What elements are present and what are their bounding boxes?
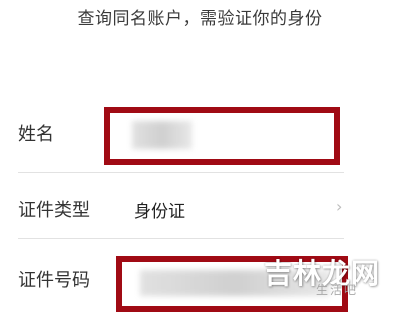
name-label: 姓名: [18, 124, 54, 145]
name-highlight-box: [104, 107, 340, 165]
id-type-divider: [18, 238, 344, 239]
name-divider: [18, 172, 344, 173]
id-type-value[interactable]: 身份证: [134, 197, 185, 222]
page-instruction: 查询同名账户，需验证你的身份: [77, 9, 323, 29]
id-number-label: 证件号码: [18, 270, 90, 291]
chevron-right-icon[interactable]: ›: [336, 197, 342, 216]
site-watermark-subtext: 生活吧: [315, 283, 358, 297]
id-type-label: 证件类型: [18, 200, 90, 221]
